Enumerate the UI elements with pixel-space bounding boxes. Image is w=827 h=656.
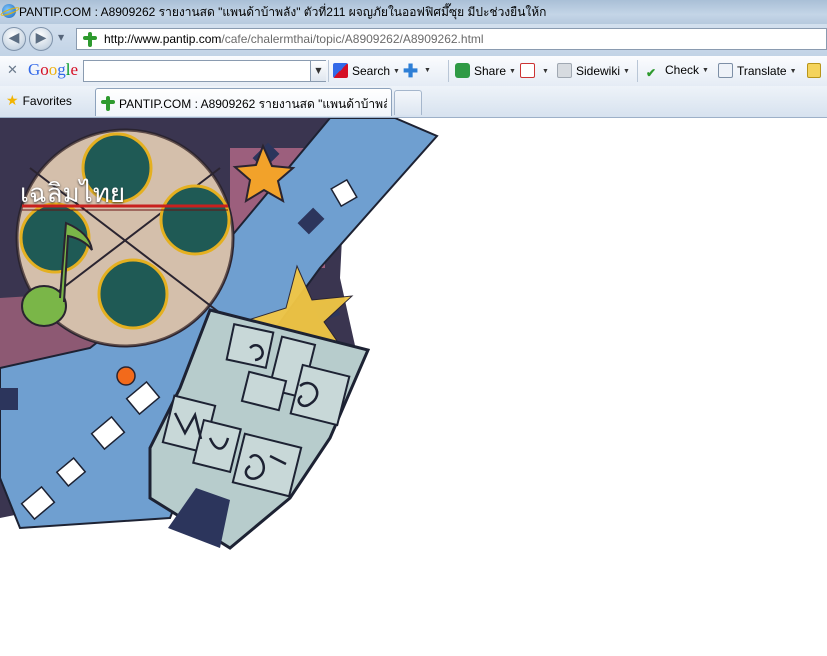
toolbar-separator — [637, 60, 638, 82]
sidewiki-button[interactable]: Sidewiki ▼ — [557, 63, 630, 78]
internet-explorer-icon — [2, 4, 16, 18]
spellcheck-button[interactable]: ✔ Check ▼ — [646, 63, 709, 81]
page-content: เฉลิมไทย — [0, 118, 827, 656]
search-history-dropdown-icon[interactable]: ▼ — [310, 61, 326, 81]
back-button[interactable]: ◀ — [2, 27, 26, 51]
translate-button-label: Translate — [737, 64, 787, 78]
address-row: ◀ ▶ ▼ http://www.pantip.com/cafe/chalerm… — [0, 24, 827, 56]
google-search-input[interactable] — [83, 60, 326, 82]
more-tools-icon[interactable] — [807, 63, 825, 78]
translate-icon — [718, 63, 733, 78]
search-button-label: Search — [352, 64, 391, 78]
search-icon — [333, 63, 348, 78]
google-logo: Google — [28, 60, 79, 79]
sidewiki-button-label: Sidewiki — [576, 64, 621, 78]
address-url[interactable]: http://www.pantip.com/cafe/chalermthai/t… — [104, 32, 484, 46]
history-dropdown-icon[interactable]: ▼ — [58, 33, 64, 42]
sidewiki-icon — [557, 63, 572, 78]
tab-pantip[interactable]: PANTIP.COM : A8909262 รายงานสด "แพนด้าบ้… — [95, 88, 392, 116]
share-button[interactable]: Share ▼ — [455, 63, 516, 78]
window-title-bar: PANTIP.COM : A8909262 รายงานสด "แพนด้าบ้… — [0, 0, 827, 24]
orange-dot — [116, 366, 136, 386]
address-bar[interactable]: http://www.pantip.com/cafe/chalermthai/t… — [76, 28, 827, 50]
star-icon: ★ — [6, 92, 19, 108]
window-title: PANTIP.COM : A8909262 รายงานสด "แพนด้าบ้… — [19, 5, 547, 19]
site-favicon-icon — [83, 31, 97, 47]
share-button-label: Share — [474, 64, 507, 78]
site-brand-title[interactable]: เฉลิมไทย — [20, 173, 125, 214]
close-icon[interactable]: ✕ — [7, 63, 18, 78]
url-path: /cafe/chalermthai/topic/A8909262/A890926… — [221, 32, 484, 46]
highlight-button[interactable]: ▼ — [520, 63, 549, 78]
search-button[interactable]: Search ▼ — [333, 63, 400, 78]
translate-button[interactable]: Translate ▼ — [718, 63, 797, 78]
toolbar-separator — [328, 60, 329, 82]
favorites-button[interactable]: ★ Favorites — [6, 92, 72, 109]
check-button-label: Check — [665, 63, 700, 77]
url-host: http://www.pantip.com — [104, 32, 222, 46]
google-toolbar: ✕ Google ▼ Search ▼ ✚ ▼ Share ▼ ▼ Sidewiki ▼… — [0, 56, 827, 87]
add-button[interactable]: ✚ ▼ — [403, 61, 431, 81]
spellcheck-icon: ✔ — [646, 66, 657, 80]
favorites-bar: ★ Favorites PANTIP.COM : A8909262 รายงานส… — [0, 86, 827, 118]
tab-label: PANTIP.COM : A8909262 รายงานสด "แพนด้าบ้… — [119, 97, 387, 111]
site-favicon-icon — [101, 95, 115, 111]
forward-button[interactable]: ▶ — [29, 27, 53, 51]
share-icon — [455, 63, 470, 78]
toolbar-separator — [448, 60, 449, 82]
new-tab-button[interactable] — [394, 90, 422, 115]
favorites-label: Favorites — [22, 94, 72, 108]
plus-icon: ✚ — [403, 61, 419, 81]
highlight-icon — [520, 63, 535, 78]
